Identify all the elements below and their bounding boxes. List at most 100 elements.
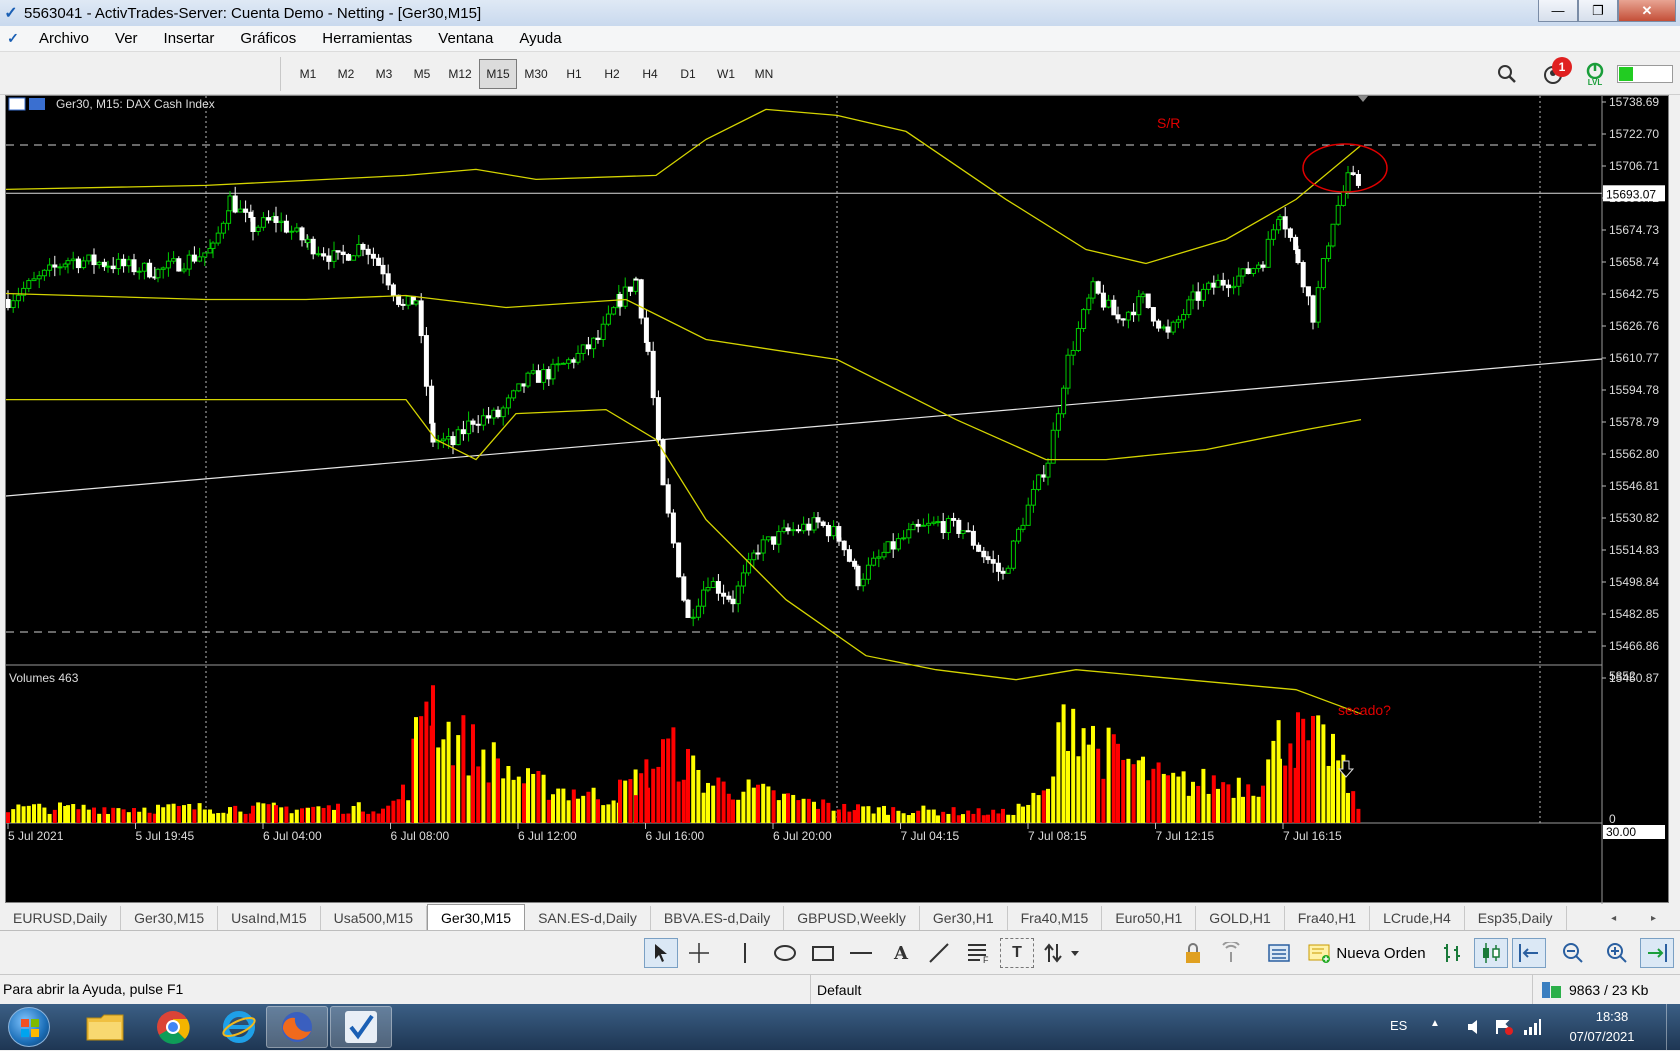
candle-body[interactable] (871, 557, 877, 566)
candle-body[interactable] (1190, 291, 1196, 301)
zoom-in-icon[interactable] (1600, 938, 1634, 968)
status-traffic[interactable]: 9863 / 23 Kb (1532, 975, 1648, 1005)
candle-body[interactable] (266, 217, 272, 221)
candle-body[interactable] (278, 220, 284, 223)
candle-body[interactable] (248, 211, 254, 219)
candle-body[interactable] (418, 300, 424, 337)
candle-body[interactable] (920, 524, 926, 527)
candle-body[interactable] (935, 521, 941, 524)
candle-body[interactable] (1020, 524, 1026, 530)
trendline[interactable] (6, 358, 1603, 497)
candle-body[interactable] (232, 195, 238, 213)
candle-body[interactable] (895, 538, 901, 550)
candle-body[interactable] (945, 518, 951, 534)
candle-body[interactable] (776, 531, 782, 545)
candle-body[interactable] (227, 195, 233, 212)
show-desktop-button[interactable] (1666, 1004, 1678, 1050)
candle-body[interactable] (505, 397, 511, 409)
candle-body[interactable] (165, 260, 171, 269)
candle-body[interactable] (765, 536, 771, 541)
candle-body[interactable] (685, 599, 691, 618)
candle-body[interactable] (1070, 349, 1076, 356)
candle-body[interactable] (365, 248, 371, 255)
candle-body[interactable] (1125, 311, 1131, 321)
candle-body[interactable] (1061, 387, 1067, 415)
candle-body[interactable] (450, 436, 456, 446)
timeframe-m5-button[interactable]: M5 (403, 59, 441, 89)
timeframe-m3-button[interactable]: M3 (365, 59, 403, 89)
candle-body[interactable] (1170, 321, 1176, 333)
chart-shift-icon[interactable] (1512, 938, 1546, 968)
candle-body[interactable] (70, 258, 76, 262)
candle-body[interactable] (622, 286, 628, 307)
candle-body[interactable] (806, 523, 812, 531)
candle-body[interactable] (326, 255, 332, 262)
candle-body[interactable] (970, 530, 976, 546)
candle-body[interactable] (380, 264, 386, 275)
candle-body[interactable] (530, 370, 536, 374)
candle-body[interactable] (811, 517, 817, 531)
chart-tab-6[interactable]: BBVA.ES-d,Daily (651, 906, 785, 930)
candle-body[interactable] (1215, 279, 1221, 288)
lvl-indicator[interactable]: LVL (1580, 61, 1610, 87)
candle-body[interactable] (6, 299, 11, 309)
chart-tab-7[interactable]: GBPUSD,Weekly (784, 906, 920, 930)
taskbar-firefox[interactable] (266, 1006, 328, 1048)
candle-body[interactable] (96, 261, 102, 266)
chart-shift-marker-icon[interactable] (1358, 96, 1368, 102)
candle-body[interactable] (1335, 204, 1341, 225)
candle-body[interactable] (160, 267, 166, 270)
candle-body[interactable] (525, 372, 531, 387)
candle-body[interactable] (645, 341, 651, 352)
candle-body[interactable] (191, 254, 197, 262)
candle-body[interactable] (1220, 279, 1226, 286)
candle-body[interactable] (1041, 474, 1047, 478)
candle-body[interactable] (901, 537, 907, 540)
chart-tab-9[interactable]: Fra40,M15 (1008, 906, 1103, 930)
market-watch-icon[interactable] (1262, 938, 1296, 968)
candle-body[interactable] (976, 544, 982, 552)
candle-body[interactable] (243, 208, 249, 213)
candle-body[interactable] (940, 521, 946, 534)
candle-body[interactable] (131, 259, 137, 273)
candle-body[interactable] (220, 222, 226, 234)
taskbar-metatrader[interactable] (330, 1006, 392, 1048)
candle-body[interactable] (1211, 282, 1217, 288)
candle-body[interactable] (1270, 229, 1276, 240)
candle-body[interactable] (1095, 281, 1101, 294)
candle-body[interactable] (660, 439, 666, 486)
chart-tab-0[interactable]: EURUSD,Daily (0, 906, 122, 930)
candle-body[interactable] (155, 268, 161, 279)
candle-body[interactable] (1181, 314, 1187, 321)
close-button[interactable]: ✕ (1618, 0, 1676, 22)
candle-body[interactable] (571, 359, 577, 363)
taskbar-ie[interactable] (208, 1006, 270, 1048)
timeframe-h2-button[interactable]: H2 (593, 59, 631, 89)
timeframe-h4-button[interactable]: H4 (631, 59, 669, 89)
candle-body[interactable] (305, 238, 311, 244)
candle-body[interactable] (627, 286, 633, 292)
candle-body[interactable] (470, 420, 476, 425)
candle-body[interactable] (1090, 281, 1096, 299)
candle-body[interactable] (480, 415, 486, 426)
candle-body[interactable] (831, 526, 837, 537)
candle-body[interactable] (1293, 236, 1299, 251)
new-order-button[interactable]: Nueva Orden (1302, 938, 1432, 968)
candle-body[interactable] (345, 254, 351, 261)
signal-icon[interactable] (1214, 938, 1248, 968)
candle-body[interactable] (1030, 488, 1036, 506)
chart-tab-5[interactable]: SAN.ES-d,Daily (525, 906, 651, 930)
candlestick-chart[interactable]: 15738.6915722.7015706.7115690.7215674.73… (6, 96, 1670, 904)
candle-body[interactable] (1231, 285, 1237, 289)
candle-body[interactable] (41, 269, 47, 277)
candle-body[interactable] (1345, 172, 1351, 192)
candle-body[interactable] (430, 422, 436, 443)
candle-body[interactable] (855, 565, 861, 587)
candle-body[interactable] (580, 344, 586, 354)
candle-body[interactable] (10, 300, 16, 309)
candlestick-chart-icon[interactable] (1474, 938, 1508, 968)
candle-body[interactable] (207, 247, 213, 254)
candle-body[interactable] (705, 586, 711, 591)
candle-body[interactable] (495, 409, 501, 418)
candle-body[interactable] (260, 217, 266, 228)
